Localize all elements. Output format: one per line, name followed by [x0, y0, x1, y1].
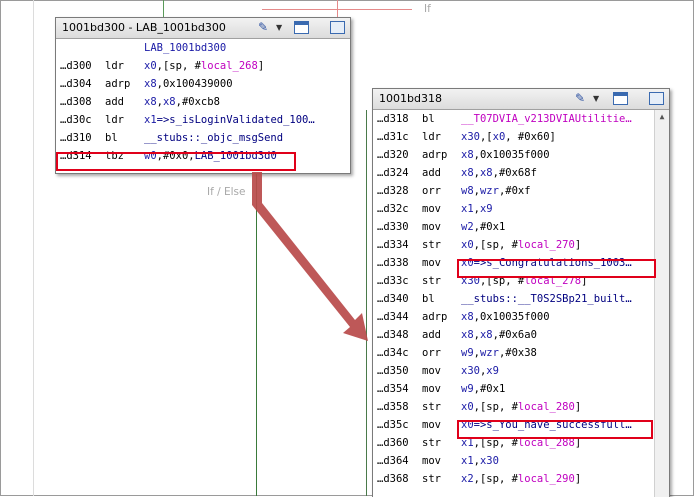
arrow-shape	[252, 172, 368, 341]
annotation-arrow	[252, 172, 368, 341]
